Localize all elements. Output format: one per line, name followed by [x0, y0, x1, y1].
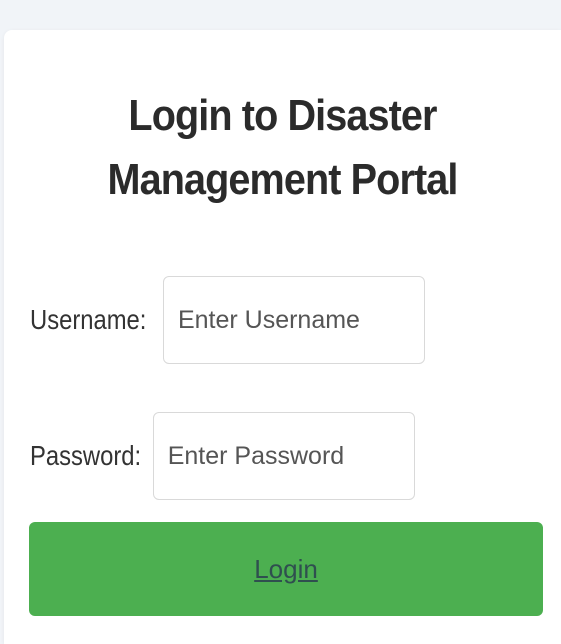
username-label: Username: — [30, 304, 147, 335]
password-label: Password: — [30, 440, 142, 471]
username-input[interactable] — [162, 276, 425, 364]
password-input[interactable] — [152, 412, 415, 500]
password-row: Password: — [30, 412, 415, 500]
login-button[interactable]: Login — [29, 522, 543, 616]
login-card: Login to Disaster Management Portal User… — [4, 30, 561, 644]
page-title: Login to Disaster Management Portal — [107, 91, 459, 204]
username-row: Username: — [30, 276, 425, 364]
